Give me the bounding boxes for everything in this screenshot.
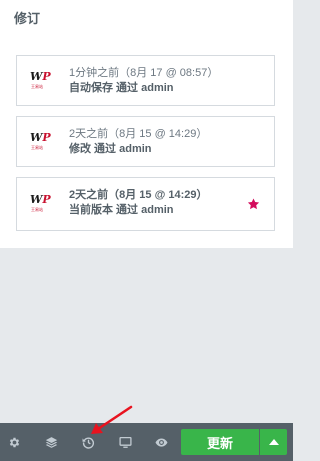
logo-tag: 王易站 [31, 83, 43, 89]
star-icon [247, 198, 260, 210]
revision-text: 2天之前（8月 15 @ 14:29） 当前版本 通过 admin [69, 188, 264, 218]
avatar: WP 王易站 [30, 69, 54, 91]
avatar: WP 王易站 [30, 194, 54, 214]
logo-tag: 王易站 [31, 144, 43, 150]
annotation-arrow-icon [91, 405, 133, 434]
revision-text: 2天之前（8月 15 @ 14:29） 修改 通过 admin [69, 127, 264, 157]
gear-icon [9, 437, 19, 447]
revision-date: 2天之前（8月 15 @ 14:29） [69, 189, 208, 201]
revision-text: 1分钟之前（8月 17 @ 08:57） 自动保存 通过 admin [69, 66, 264, 96]
logo-tag: 王易站 [31, 207, 43, 212]
revision-meta: 修改 通过 admin [69, 143, 152, 155]
update-options-button[interactable] [260, 429, 287, 455]
revision-date: 1分钟之前（8月 17 @ 08:57） [69, 67, 219, 79]
revisions-panel: 修订 WP 王易站 1分钟之前（8月 17 @ 08:57） 自动保存 通过 a… [0, 0, 293, 248]
eye-icon [155, 437, 167, 447]
revision-meta: 自动保存 通过 admin [69, 82, 174, 94]
layers-icon [45, 436, 57, 448]
wp-logo: WP [30, 130, 51, 144]
update-button[interactable]: 更新 [181, 429, 259, 455]
wp-logo: WP [30, 193, 51, 206]
navigator-button[interactable] [37, 423, 65, 461]
revision-item-current[interactable]: WP 王易站 2天之前（8月 15 @ 14:29） 当前版本 通过 admin [16, 177, 275, 231]
caret-up-icon [268, 439, 279, 445]
preview-button[interactable] [147, 423, 175, 461]
avatar: WP 王易站 [30, 130, 54, 152]
revision-meta: 当前版本 通过 admin [69, 204, 174, 216]
bottom-toolbar: 更新 [0, 423, 293, 461]
revision-item[interactable]: WP 王易站 2天之前（8月 15 @ 14:29） 修改 通过 admin [16, 116, 275, 167]
revision-item[interactable]: WP 王易站 1分钟之前（8月 17 @ 08:57） 自动保存 通过 admi… [16, 55, 275, 106]
settings-button[interactable] [0, 423, 28, 461]
revision-list: WP 王易站 1分钟之前（8月 17 @ 08:57） 自动保存 通过 admi… [16, 55, 275, 241]
revision-date: 2天之前（8月 15 @ 14:29） [69, 128, 208, 140]
panel-title: 修订 [14, 11, 41, 26]
wp-logo: WP [30, 69, 51, 83]
